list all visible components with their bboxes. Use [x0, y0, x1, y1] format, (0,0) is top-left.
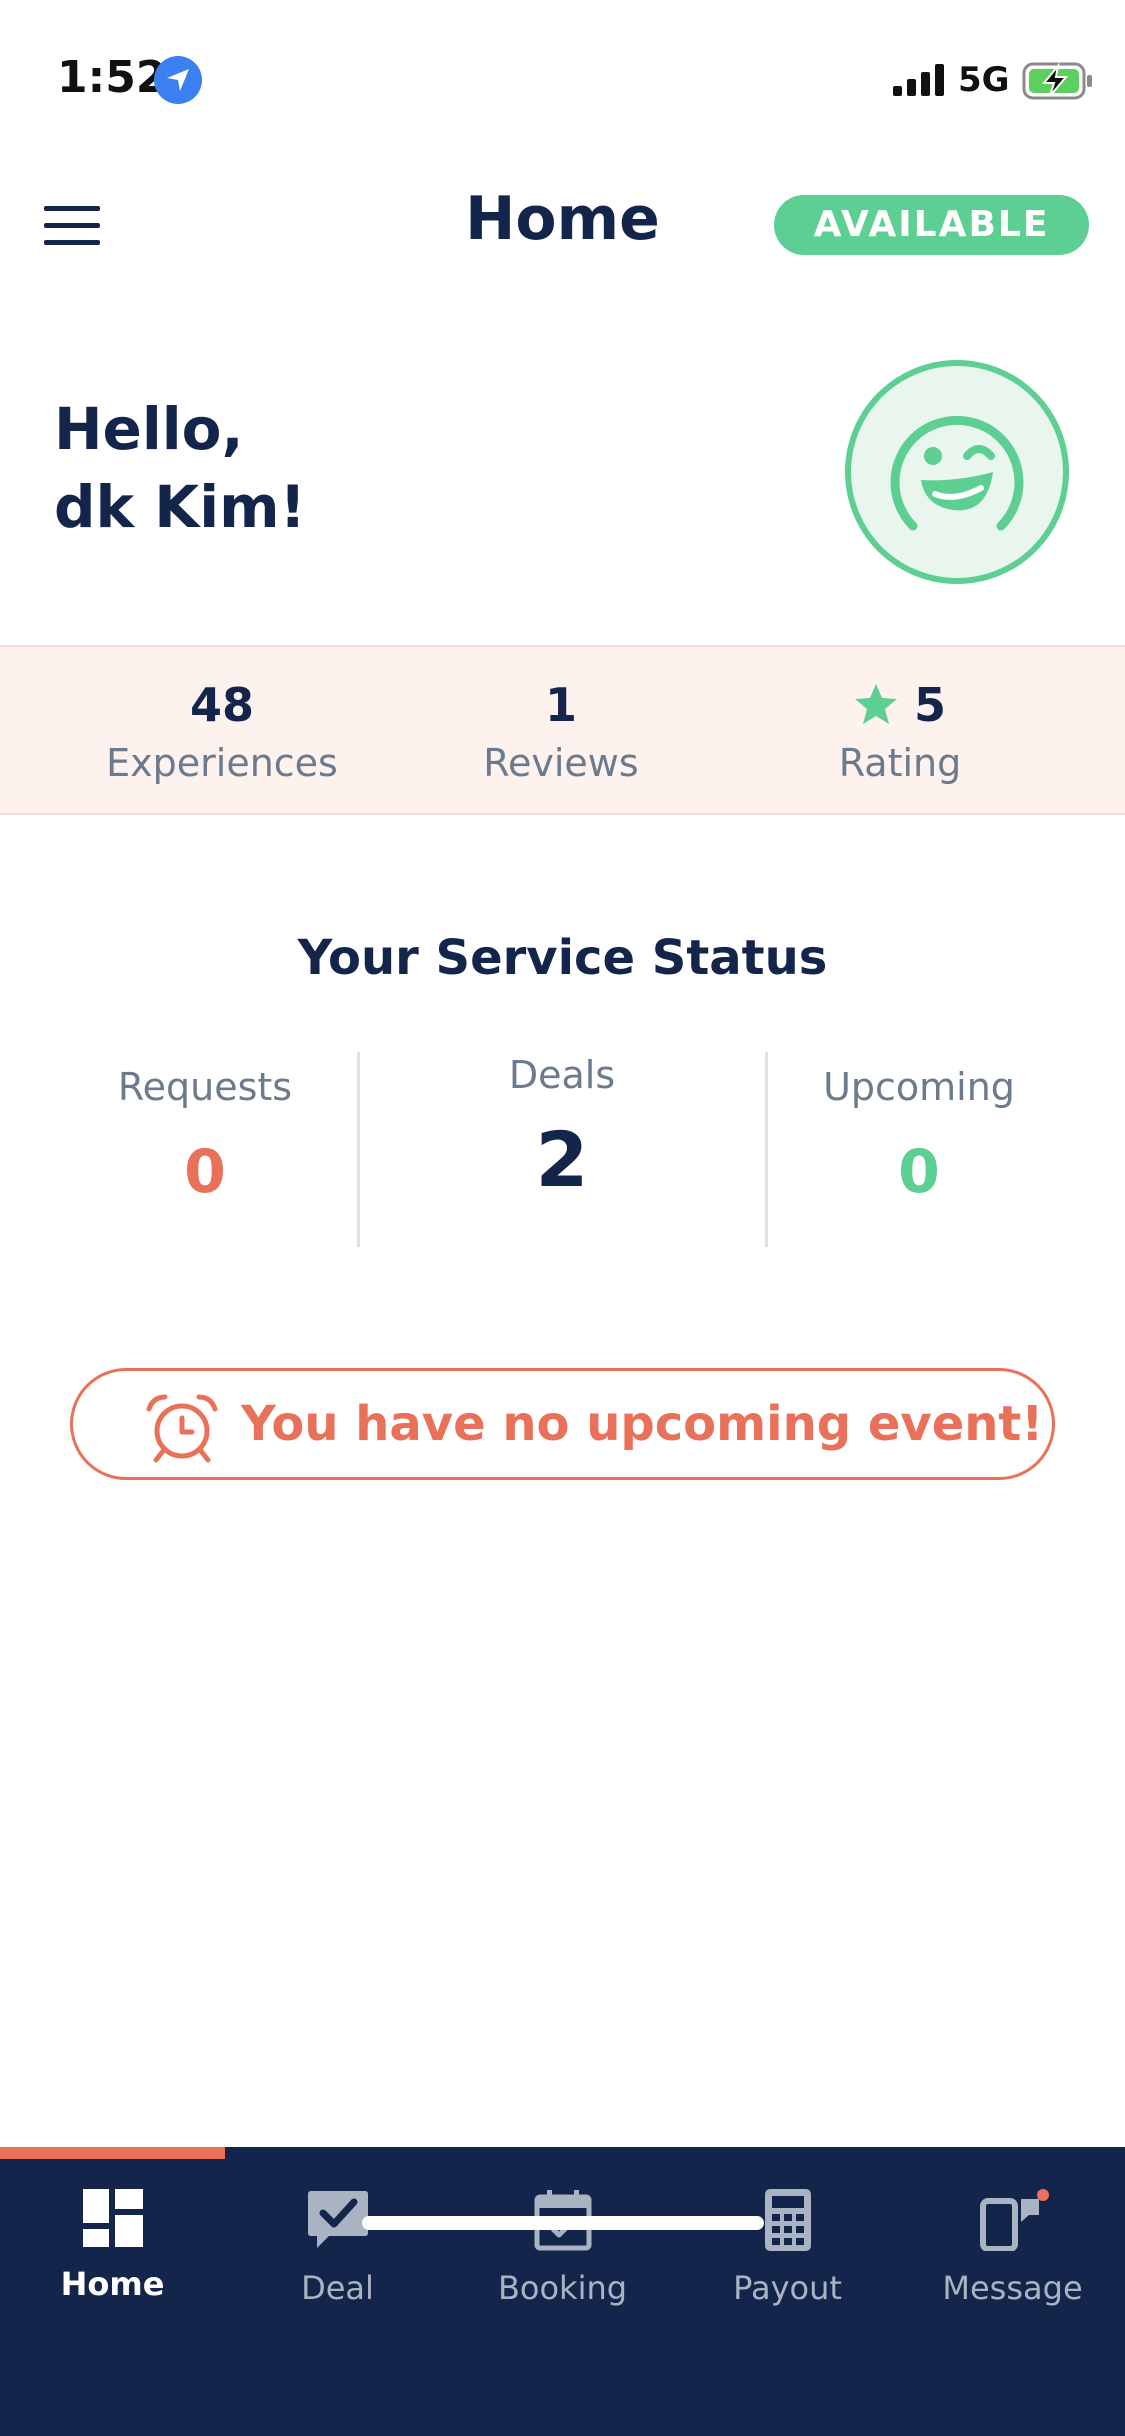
tab-label: Home — [60, 2265, 165, 2303]
network-type: 5G — [958, 60, 1010, 100]
availability-toggle[interactable]: AVAILABLE — [774, 195, 1089, 255]
chat-check-icon — [307, 2191, 368, 2248]
divider — [765, 1052, 768, 1247]
tab-label: Message — [942, 2269, 1083, 2307]
stat-label: Rating — [838, 741, 962, 785]
tab-message[interactable]: Message — [900, 2189, 1125, 2329]
tab-deal[interactable]: Deal — [225, 2189, 450, 2329]
avatar[interactable] — [845, 360, 1069, 584]
tab-booking[interactable]: Booking — [450, 2189, 675, 2329]
location-arrow-icon — [154, 56, 202, 104]
home-indicator — [362, 2216, 764, 2230]
alert-text: You have no upcoming event! — [241, 1396, 1044, 1452]
service-value: 2 — [535, 1115, 589, 1204]
service-status-title: Your Service Status — [297, 930, 828, 986]
stat-value: 1 — [544, 678, 577, 732]
calculator-icon — [764, 2189, 811, 2251]
service-deals[interactable]: Deals 2 — [412, 1053, 712, 1204]
service-requests[interactable]: Requests 0 — [55, 1065, 355, 1207]
battery-charging-icon — [1022, 62, 1092, 100]
tab-label: Booking — [497, 2269, 628, 2307]
service-upcoming[interactable]: Upcoming 0 — [769, 1065, 1069, 1207]
stat-rating-value-row: 5 — [750, 677, 1050, 733]
notification-dot — [1036, 2189, 1049, 2201]
greeting-line-2: dk Kim! — [54, 473, 306, 541]
service-label: Requests — [117, 1065, 293, 1109]
service-value: 0 — [898, 1137, 940, 1207]
tab-payout[interactable]: Payout — [675, 2189, 900, 2329]
bottom-tab-bar: Home Deal Booking Payout Message — [0, 2147, 1125, 2436]
service-label: Deals — [508, 1053, 616, 1097]
star-icon — [854, 684, 897, 724]
service-value: 0 — [184, 1137, 226, 1207]
greeting: Hello, dk Kim! — [54, 390, 306, 546]
stat-label: Experiences — [106, 741, 338, 785]
stat-label: Reviews — [483, 741, 639, 785]
stat-value: 5 — [913, 678, 946, 732]
stat-reviews[interactable]: 1 Reviews — [411, 677, 711, 785]
tab-home[interactable]: Home — [0, 2189, 225, 2329]
divider — [357, 1052, 360, 1247]
cellular-signal-icon — [893, 64, 944, 96]
stat-experiences: 48 Experiences — [72, 677, 372, 785]
alarm-clock-icon — [146, 1394, 218, 1463]
service-label: Upcoming — [823, 1065, 1015, 1109]
stat-value: 48 — [189, 678, 254, 732]
status-bar: 1:52 5G — [0, 0, 1125, 160]
tab-label: Deal — [301, 2269, 374, 2307]
status-time: 1:52 — [57, 52, 167, 103]
no-upcoming-event-alert[interactable]: You have no upcoming event! — [70, 1368, 1055, 1480]
devices-icon — [979, 2189, 1049, 2251]
greeting-line-1: Hello, — [54, 395, 244, 463]
tab-label: Payout — [733, 2269, 842, 2307]
dashboard-icon — [82, 2189, 143, 2247]
winking-face-icon — [890, 415, 1024, 531]
active-tab-indicator — [0, 2147, 225, 2159]
profile-stats: 48 Experiences 1 Reviews 5 Rating — [0, 645, 1125, 815]
stat-rating: 5 Rating — [750, 677, 1050, 785]
